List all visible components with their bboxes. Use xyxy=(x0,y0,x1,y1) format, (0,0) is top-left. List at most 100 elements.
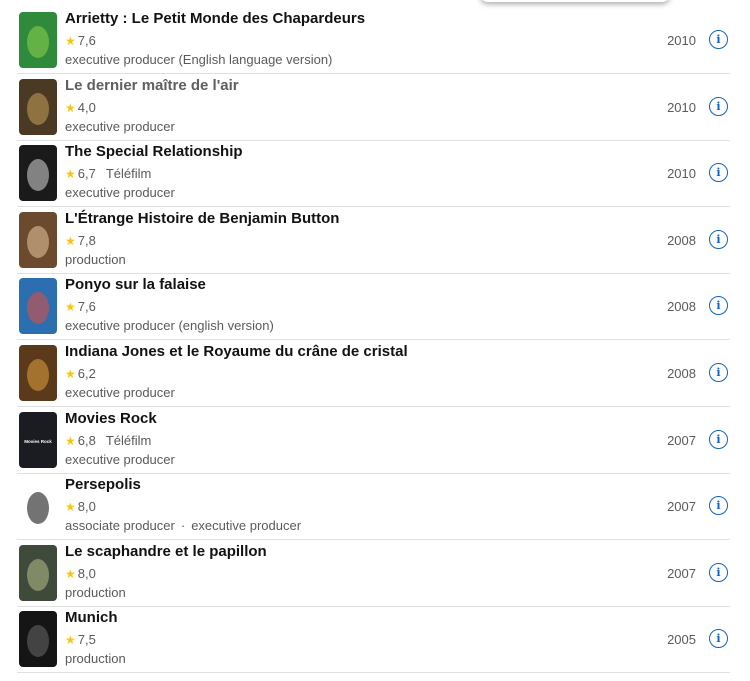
film-poster[interactable] xyxy=(19,544,57,601)
rating-value: 7,6 xyxy=(77,33,96,48)
film-title-link[interactable]: Indiana Jones et le Royaume du crâne de … xyxy=(65,343,408,360)
rating-value: 7,8 xyxy=(77,232,96,248)
star-icon: ★ xyxy=(65,566,76,581)
rating-line: ★ 7,6 xyxy=(65,33,96,48)
info-icon[interactable]: i xyxy=(709,562,728,582)
star-icon: ★ xyxy=(65,367,76,381)
film-title-link[interactable]: Persepolis xyxy=(65,476,141,493)
rating-line: ★ 6,7 Téléfilm xyxy=(65,166,151,181)
film-title-link[interactable]: Movies Rock xyxy=(65,410,157,427)
film-poster[interactable]: Movies Rock xyxy=(19,411,57,468)
role-text: production xyxy=(65,251,126,267)
info-icon[interactable]: i xyxy=(709,629,728,649)
role-line: executive producer xyxy=(65,119,175,134)
role-line: executive producer xyxy=(65,452,175,467)
film-year: 2007 xyxy=(667,432,696,448)
rating-value: 8,0 xyxy=(77,565,96,581)
film-title-link[interactable]: The Special Relationship xyxy=(65,143,243,160)
role-text: associate producer xyxy=(65,518,175,534)
film-row[interactable]: Ponyo sur la falaise ★ 7,6 executive produc… xyxy=(17,273,730,341)
role-text: executive producer xyxy=(65,385,175,400)
separator-dot: · xyxy=(180,518,186,534)
info-icon[interactable]: i xyxy=(709,296,728,316)
star-icon: ★ xyxy=(65,100,76,115)
film-poster[interactable] xyxy=(19,611,57,668)
film-row[interactable]: Indiana Jones et le Royaume du crâne de … xyxy=(17,340,730,407)
film-row[interactable]: Munich ★ 7,5 production 2005 i xyxy=(17,606,730,674)
film-poster[interactable] xyxy=(19,12,57,68)
rating-line: ★ 6,2 xyxy=(65,366,96,381)
role-line: executive producer (English language ver… xyxy=(65,52,332,67)
film-year: 2008 xyxy=(667,366,696,381)
role-text: executive producer (English language ver… xyxy=(65,52,333,67)
role-text: executive producer (english version) xyxy=(65,318,274,334)
film-row[interactable]: L'Étrange Histoire de Benjamin Button ★ 7,… xyxy=(17,207,730,274)
film-poster[interactable] xyxy=(19,78,57,135)
film-row[interactable]: Persepolis ★ 8,0 associate producer · executi… xyxy=(17,473,730,541)
title-type: Téléfilm xyxy=(105,166,152,182)
film-year: 2008 xyxy=(667,299,696,315)
film-poster[interactable] xyxy=(19,145,57,202)
film-year: 2010 xyxy=(667,166,696,182)
role-line: production xyxy=(65,252,126,267)
film-row[interactable]: Le scaphandre et le papillon ★ 8,0 producti… xyxy=(17,540,730,607)
film-poster[interactable] xyxy=(19,345,57,401)
star-icon: ★ xyxy=(65,433,76,448)
role-text: executive producer xyxy=(65,118,175,134)
rating-value: 7,6 xyxy=(77,299,96,315)
info-icon[interactable]: i xyxy=(709,363,728,382)
rating-line: ★ 4,0 xyxy=(65,100,96,115)
info-icon[interactable]: i xyxy=(709,229,728,249)
rating-line: ★ 8,0 xyxy=(65,499,96,514)
film-title-link[interactable]: Ponyo sur la falaise xyxy=(65,276,206,293)
role-text: production xyxy=(65,651,126,667)
film-row[interactable]: The Special Relationship ★ 6,7 Téléfilm exec… xyxy=(17,140,730,208)
film-year: 2007 xyxy=(667,565,696,581)
role-text: executive producer xyxy=(65,451,175,467)
role-line: executive producer (english version) xyxy=(65,318,274,333)
title-type: Téléfilm xyxy=(105,432,152,448)
star-icon: ★ xyxy=(65,633,76,648)
role-text: executive producer xyxy=(191,518,302,534)
star-icon: ★ xyxy=(65,34,76,48)
film-year: 2010 xyxy=(667,33,696,48)
info-icon[interactable]: i xyxy=(709,429,728,449)
role-line: production xyxy=(65,651,126,666)
film-title-link[interactable]: Munich xyxy=(65,609,118,626)
film-title-link[interactable]: Le scaphandre et le papillon xyxy=(65,543,267,560)
star-icon: ★ xyxy=(65,233,76,248)
rating-line: ★ 8,0 xyxy=(65,566,96,581)
film-title-link[interactable]: Arrietty : Le Petit Monde des Chapardeur… xyxy=(65,10,365,27)
film-year: 2010 xyxy=(667,99,696,115)
role-line: executive producer xyxy=(65,385,175,400)
rating-value: 6,2 xyxy=(77,366,96,381)
film-row[interactable]: Movies Rock Movies Rock ★ 6,8 Téléfilm execut… xyxy=(17,407,730,474)
film-row[interactable]: Arrietty : Le Petit Monde des Chapardeur… xyxy=(17,7,730,74)
rating-value: 8,0 xyxy=(77,499,96,515)
svg-text:Movies Rock: Movies Rock xyxy=(24,439,52,444)
rating-value: 6,7 xyxy=(77,166,96,182)
film-poster[interactable] xyxy=(19,211,57,268)
info-icon[interactable]: i xyxy=(709,30,728,49)
rating-value: 7,5 xyxy=(77,632,96,648)
film-year: 2008 xyxy=(667,232,696,248)
info-icon[interactable]: i xyxy=(709,96,728,116)
info-icon[interactable]: i xyxy=(709,496,728,516)
film-row[interactable]: Le dernier maître de l'air ★ 4,0 executive … xyxy=(17,74,730,141)
film-title-link[interactable]: L'Étrange Histoire de Benjamin Button xyxy=(65,210,339,227)
rating-line: ★ 7,8 xyxy=(65,233,96,248)
rating-value: 6,8 xyxy=(77,432,96,448)
film-title-link[interactable]: Le dernier maître de l'air xyxy=(65,77,239,94)
star-icon: ★ xyxy=(65,300,76,315)
rating-line: ★ 7,6 xyxy=(65,299,96,314)
star-icon: ★ xyxy=(65,167,76,182)
rating-line: ★ 7,5 xyxy=(65,632,96,647)
film-poster[interactable] xyxy=(19,278,57,335)
role-text: executive producer xyxy=(65,185,175,201)
film-poster[interactable] xyxy=(19,478,57,535)
film-year: 2007 xyxy=(667,499,696,515)
role-line: executive producer xyxy=(65,185,175,200)
info-icon[interactable]: i xyxy=(709,163,728,183)
role-text: production xyxy=(65,584,126,600)
film-year: 2005 xyxy=(667,632,696,648)
